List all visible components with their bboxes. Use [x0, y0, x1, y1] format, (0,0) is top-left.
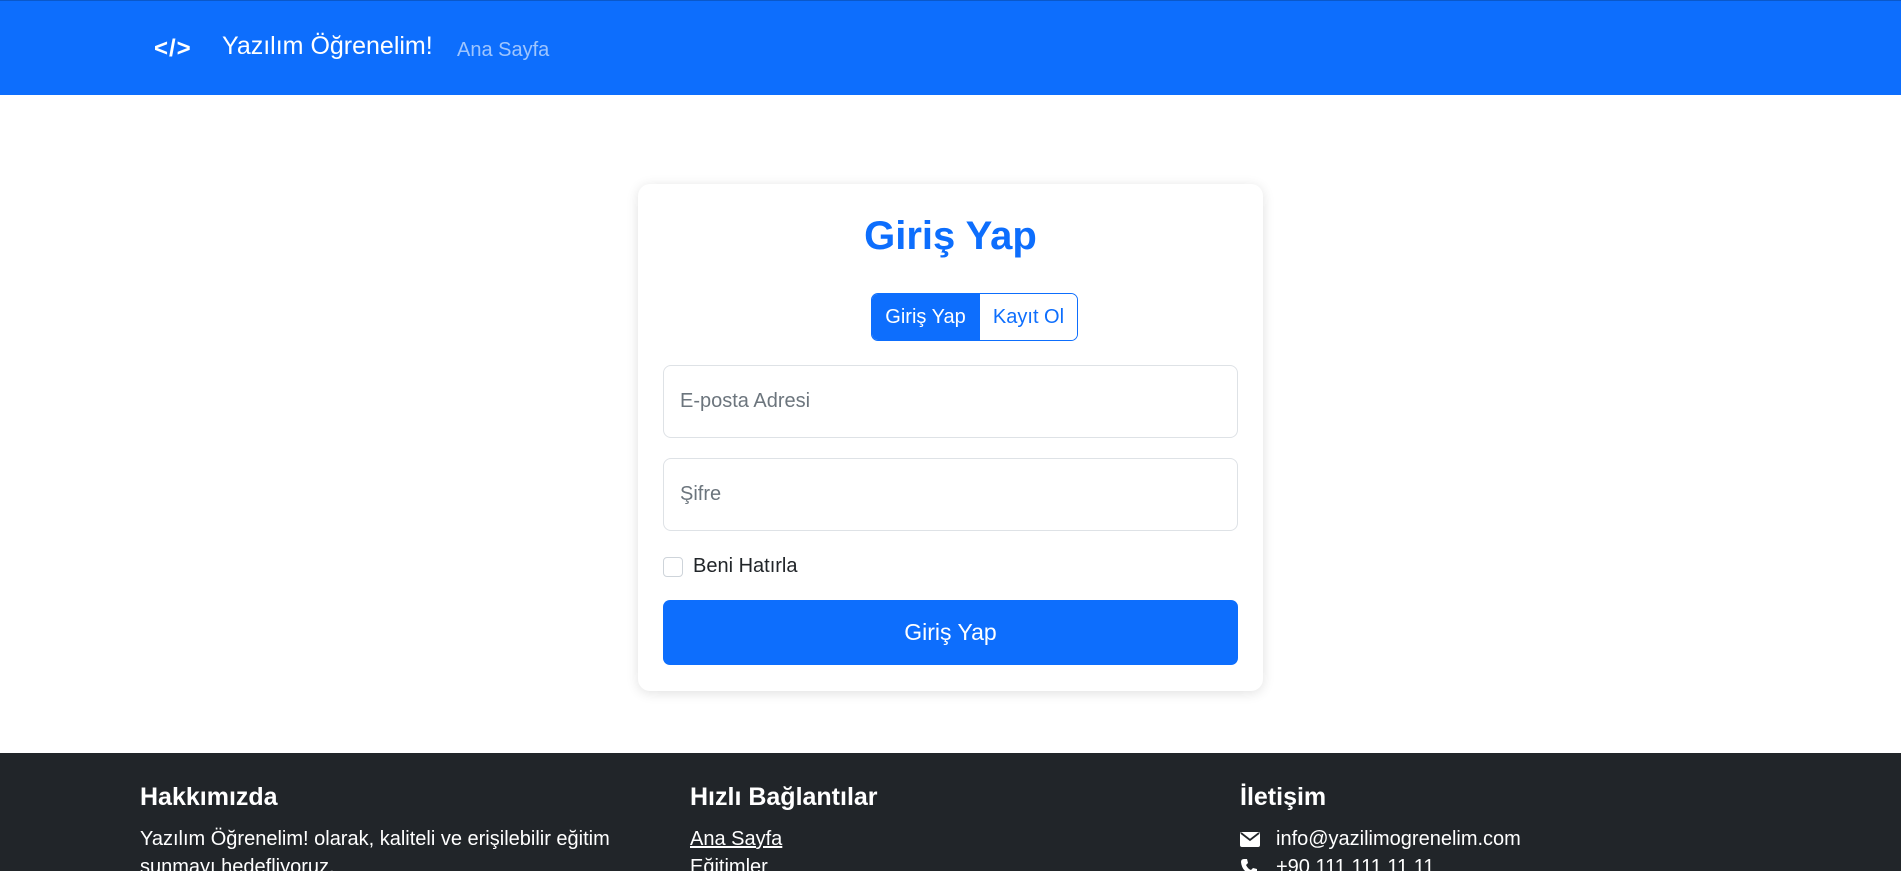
remember-checkbox[interactable]: [663, 556, 683, 577]
code-brand-icon[interactable]: </>: [154, 35, 192, 63]
login-card: Giriş Yap Giriş Yap Kayıt Ol Beni Hatırl…: [638, 184, 1263, 691]
footer-link-home[interactable]: Ana Sayfa: [690, 825, 1090, 853]
remember-label[interactable]: Beni Hatırla: [693, 555, 798, 578]
password-field[interactable]: [663, 458, 1238, 531]
login-title: Giriş Yap: [864, 214, 1037, 258]
footer-about-heading: Hakkımızda: [140, 783, 278, 811]
footer-about-text: Yazılım Öğrenelim! olarak, kaliteli ve e…: [140, 828, 610, 871]
contact-phone-text[interactable]: +90 111 111 11 11: [1276, 853, 1434, 871]
envelope-icon: [1240, 831, 1262, 847]
login-submit-button[interactable]: Giriş Yap: [663, 600, 1238, 665]
navbar: </> Yazılım Öğrenelim! Ana Sayfa: [0, 0, 1901, 95]
footer-about: Hakkımızda Yazılım Öğrenelim! olarak, ka…: [140, 783, 640, 871]
footer: Hakkımızda Yazılım Öğrenelim! olarak, ka…: [0, 753, 1901, 871]
footer-contact-heading: İletişim: [1240, 783, 1327, 811]
footer-quick-links: Hızlı Bağlantılar Ana Sayfa Eğitimler: [690, 783, 1090, 871]
nav-link-home[interactable]: Ana Sayfa: [457, 39, 549, 62]
email-field[interactable]: [663, 365, 1238, 438]
brand-name[interactable]: Yazılım Öğrenelim!: [222, 32, 433, 61]
tab-login[interactable]: Giriş Yap: [872, 294, 979, 340]
tab-register[interactable]: Kayıt Ol: [979, 294, 1077, 340]
contact-phone: +90 111 111 11 11: [1240, 853, 1740, 871]
footer-link-trainings[interactable]: Eğitimler: [690, 853, 1090, 871]
auth-tab-group: Giriş Yap Kayıt Ol: [871, 293, 1078, 341]
phone-icon: [1240, 858, 1262, 871]
remember-me: Beni Hatırla: [663, 555, 798, 578]
contact-email: info@yazilimogrenelim.com: [1240, 825, 1740, 853]
contact-email-text[interactable]: info@yazilimogrenelim.com: [1276, 825, 1521, 853]
footer-contact: İletişim info@yazilimogrenelim.com +90 1…: [1240, 783, 1740, 871]
footer-links-heading: Hızlı Bağlantılar: [690, 783, 878, 811]
